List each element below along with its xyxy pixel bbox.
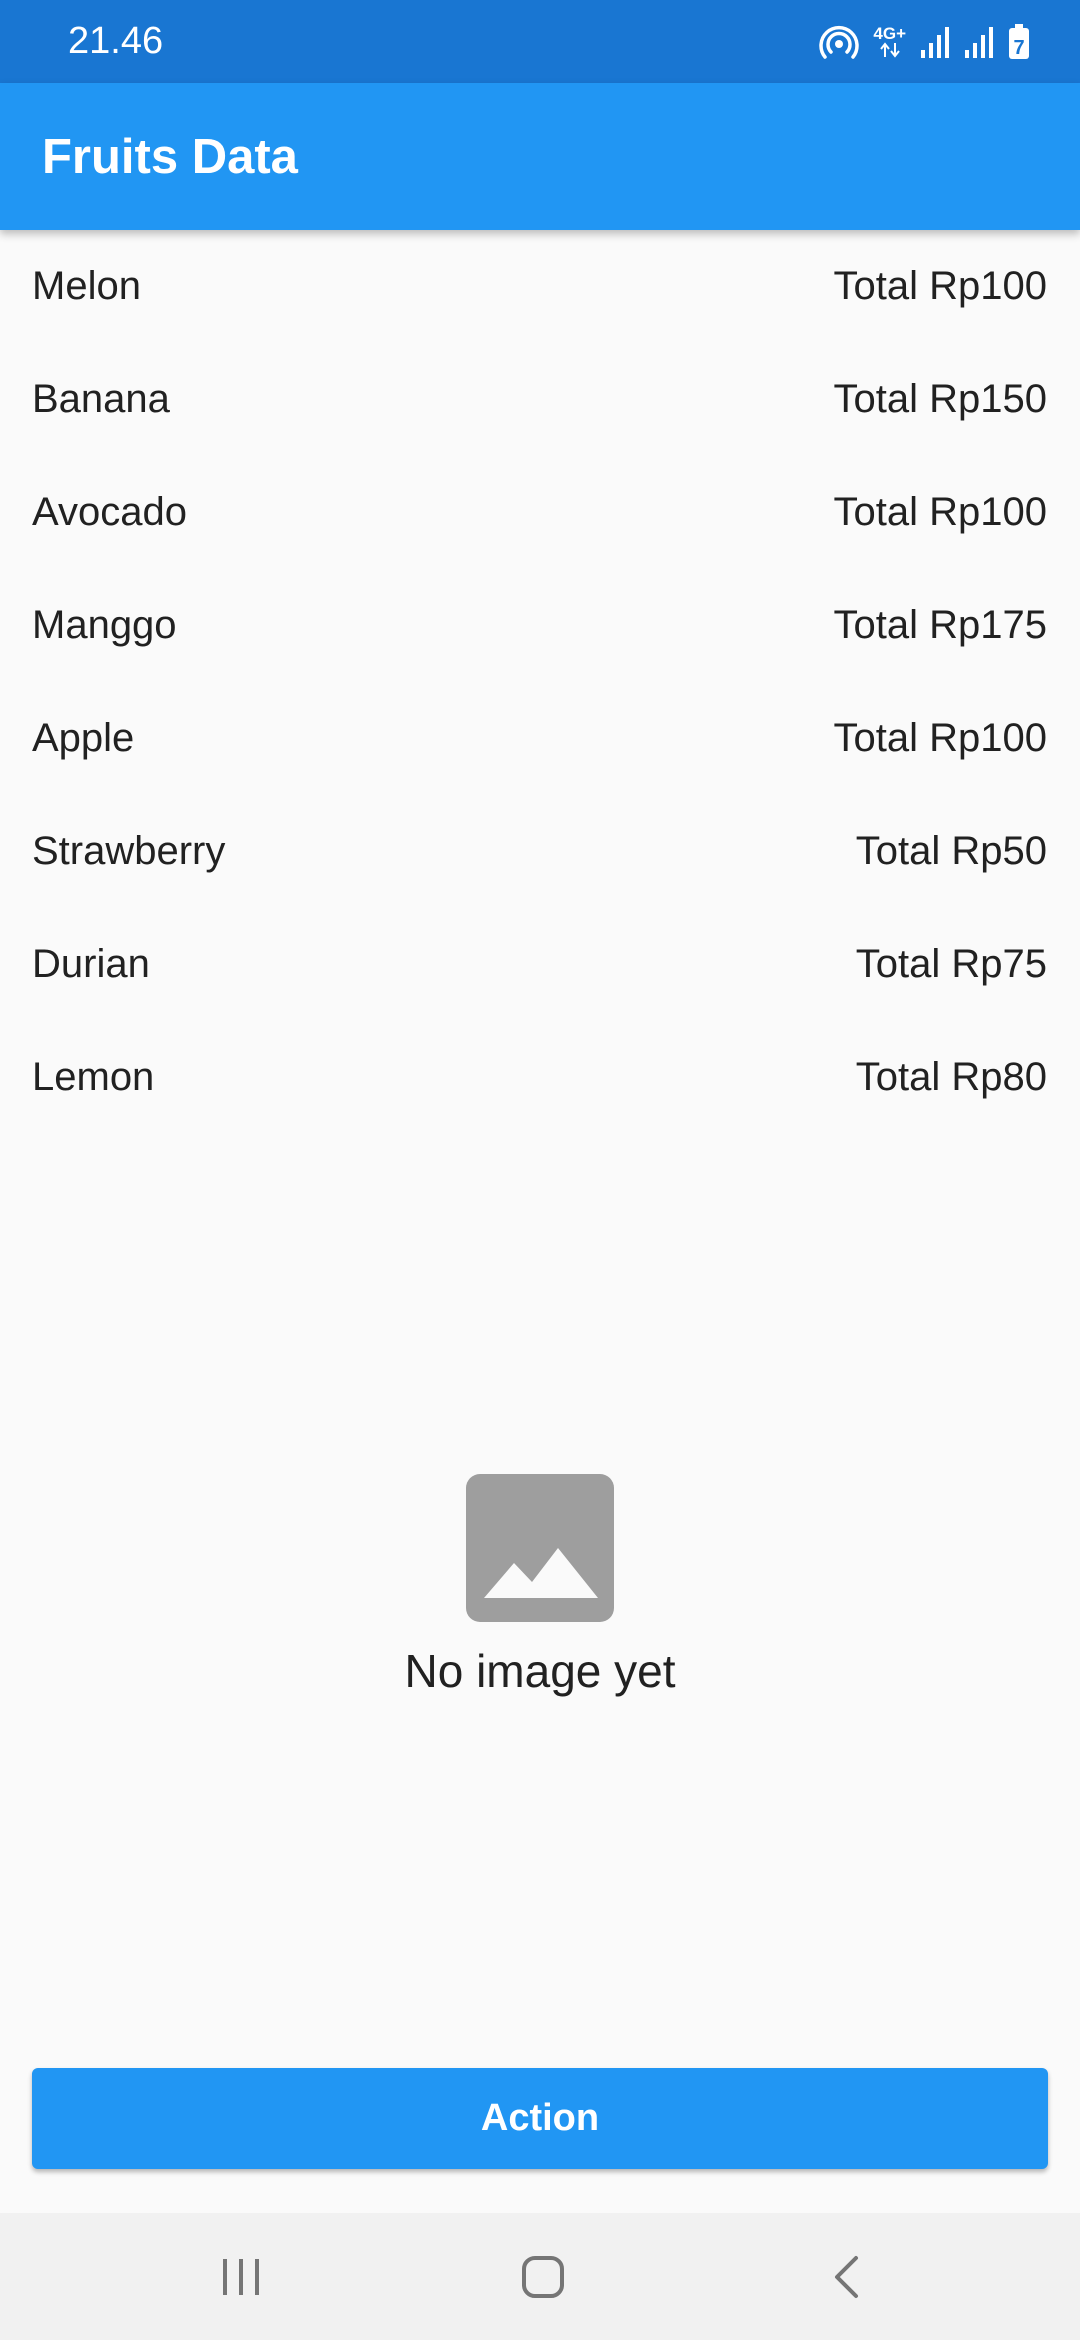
status-time: 21.46 [68,20,164,62]
fruit-name: Apple [32,716,135,760]
page-title: Fruits Data [42,129,298,184]
status-bar: 21.46 4G+ 7 [0,0,1080,83]
fruit-total: Total Rp75 [855,942,1047,986]
network-type-label: 4G+ [873,24,906,43]
recents-icon [219,2257,263,2297]
list-item[interactable]: Manggo Total Rp175 [0,569,1080,682]
fruit-total: Total Rp150 [833,377,1047,421]
empty-state-text: No image yet [404,1645,676,1697]
back-button[interactable] [746,2213,946,2340]
fruit-name: Banana [32,377,170,421]
signal-icon [964,26,994,58]
fruit-total: Total Rp175 [833,603,1047,647]
back-icon [830,2255,862,2299]
system-nav-bar [0,2213,1080,2340]
fruit-total: Total Rp80 [855,1055,1047,1099]
image-placeholder-icon [466,1474,614,1622]
signal-icon [920,26,950,58]
fruit-name: Lemon [32,1055,155,1099]
list-item[interactable]: Strawberry Total Rp50 [0,795,1080,908]
fruit-total: Total Rp100 [833,716,1047,760]
battery-level: 7 [1013,37,1024,59]
fruit-total: Total Rp50 [855,829,1047,873]
fruit-name: Manggo [32,603,177,647]
fruit-name: Melon [32,264,141,308]
action-button[interactable]: Action [32,2068,1048,2169]
recents-button[interactable] [141,2213,341,2340]
list-item[interactable]: Banana Total Rp150 [0,343,1080,456]
list-item[interactable]: Lemon Total Rp80 [0,1021,1080,1134]
hotspot-icon [819,24,860,60]
fruit-list: Melon Total Rp100 Banana Total Rp150 Avo… [0,230,1080,1134]
home-icon [521,2255,565,2299]
battery-icon: 7 [1008,23,1030,60]
network-type-icon: 4G+ [873,25,906,58]
fruit-name: Avocado [32,490,187,534]
list-item[interactable]: Avocado Total Rp100 [0,456,1080,569]
fruit-total: Total Rp100 [833,490,1047,534]
app-bar: Fruits Data [0,83,1080,230]
home-button[interactable] [443,2213,643,2340]
status-icons: 4G+ 7 [819,23,1030,60]
empty-state: No image yet [0,1474,1080,1698]
fruit-name: Strawberry [32,829,226,873]
fruit-total: Total Rp100 [833,264,1047,308]
list-item[interactable]: Durian Total Rp75 [0,908,1080,1021]
list-item[interactable]: Apple Total Rp100 [0,682,1080,795]
fruit-name: Durian [32,942,150,986]
list-item[interactable]: Melon Total Rp100 [0,230,1080,343]
